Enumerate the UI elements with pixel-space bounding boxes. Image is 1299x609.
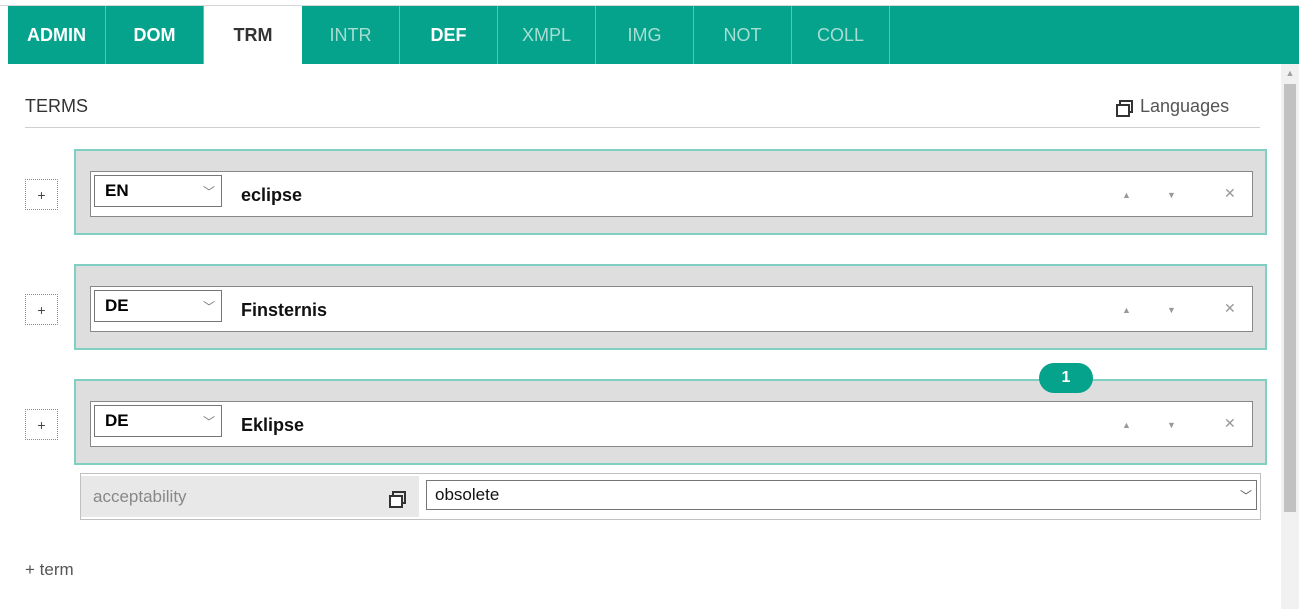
acceptability-row: acceptability obsolete ﹀: [80, 473, 1261, 520]
term-block: EN ﹀ eclipse ▲ ▼ ✕: [74, 149, 1267, 235]
section-divider: [25, 127, 1260, 128]
move-up-icon[interactable]: ▲: [1122, 420, 1131, 430]
insert-term-button[interactable]: +: [25, 179, 58, 210]
term-block: DE ﹀ Finsternis ▲ ▼ ✕: [74, 264, 1267, 350]
term-row: DE ﹀ Eklipse ▲ ▼ ✕: [90, 401, 1253, 447]
chevron-down-icon: ﹀: [202, 185, 215, 199]
remove-icon[interactable]: ✕: [1224, 415, 1236, 432]
move-up-icon[interactable]: ▲: [1122, 305, 1131, 315]
languages-button[interactable]: Languages: [1116, 96, 1229, 117]
tab-admin[interactable]: ADMIN: [8, 6, 106, 64]
term-row: EN ﹀ eclipse ▲ ▼ ✕: [90, 171, 1253, 217]
insert-term-button[interactable]: +: [25, 409, 58, 440]
move-down-icon[interactable]: ▼: [1167, 190, 1176, 200]
move-up-icon[interactable]: ▲: [1122, 190, 1131, 200]
tab-img[interactable]: IMG: [596, 6, 694, 64]
language-select[interactable]: DE ﹀: [94, 405, 222, 437]
plus-icon: +: [37, 416, 46, 433]
acceptability-label-box: acceptability: [81, 476, 419, 517]
chevron-down-icon: ﹀: [202, 300, 215, 314]
tab-def[interactable]: DEF: [400, 6, 498, 64]
term-text[interactable]: Eklipse: [241, 415, 304, 436]
add-term-link[interactable]: + term: [25, 560, 74, 580]
language-value: DE: [105, 411, 129, 430]
languages-label: Languages: [1140, 96, 1230, 116]
plus-icon: +: [37, 301, 46, 318]
vertical-scrollbar[interactable]: ▲: [1281, 64, 1299, 609]
scroll-up-icon[interactable]: ▲: [1281, 66, 1299, 80]
acceptability-value: obsolete: [435, 485, 500, 504]
remove-icon[interactable]: ✕: [1224, 300, 1236, 317]
remove-icon[interactable]: ✕: [1224, 185, 1236, 202]
language-select[interactable]: EN ﹀: [94, 175, 222, 207]
tab-xmpl[interactable]: XMPL: [498, 6, 596, 64]
term-row: DE ﹀ Finsternis ▲ ▼ ✕: [90, 286, 1253, 332]
tab-trm[interactable]: TRM: [204, 6, 302, 64]
plus-icon: +: [37, 186, 46, 203]
scrollbar-thumb[interactable]: [1284, 84, 1296, 512]
section-title: TERMS: [25, 96, 88, 116]
chevron-down-icon: ﹀: [202, 415, 215, 429]
count-badge[interactable]: 1: [1039, 363, 1093, 393]
acceptability-label: acceptability: [93, 487, 187, 506]
tab-dom[interactable]: DOM: [106, 6, 204, 64]
window-icon: [1116, 99, 1133, 117]
move-down-icon[interactable]: ▼: [1167, 305, 1176, 315]
term-text[interactable]: eclipse: [241, 185, 302, 206]
language-value: EN: [105, 181, 129, 200]
tab-coll[interactable]: COLL: [792, 6, 890, 64]
term-text[interactable]: Finsternis: [241, 300, 327, 321]
tab-not[interactable]: NOT: [694, 6, 792, 64]
language-value: DE: [105, 296, 129, 315]
move-down-icon[interactable]: ▼: [1167, 420, 1176, 430]
window-icon[interactable]: [389, 491, 406, 508]
tab-intr[interactable]: INTR: [302, 6, 400, 64]
chevron-down-icon: ﹀: [1239, 489, 1252, 503]
acceptability-select[interactable]: obsolete ﹀: [426, 480, 1257, 510]
insert-term-button[interactable]: +: [25, 294, 58, 325]
tab-bar: ADMIN DOM TRM INTR DEF XMPL IMG NOT COLL: [8, 6, 1299, 64]
term-block: DE ﹀ Eklipse ▲ ▼ ✕: [74, 379, 1267, 465]
language-select[interactable]: DE ﹀: [94, 290, 222, 322]
